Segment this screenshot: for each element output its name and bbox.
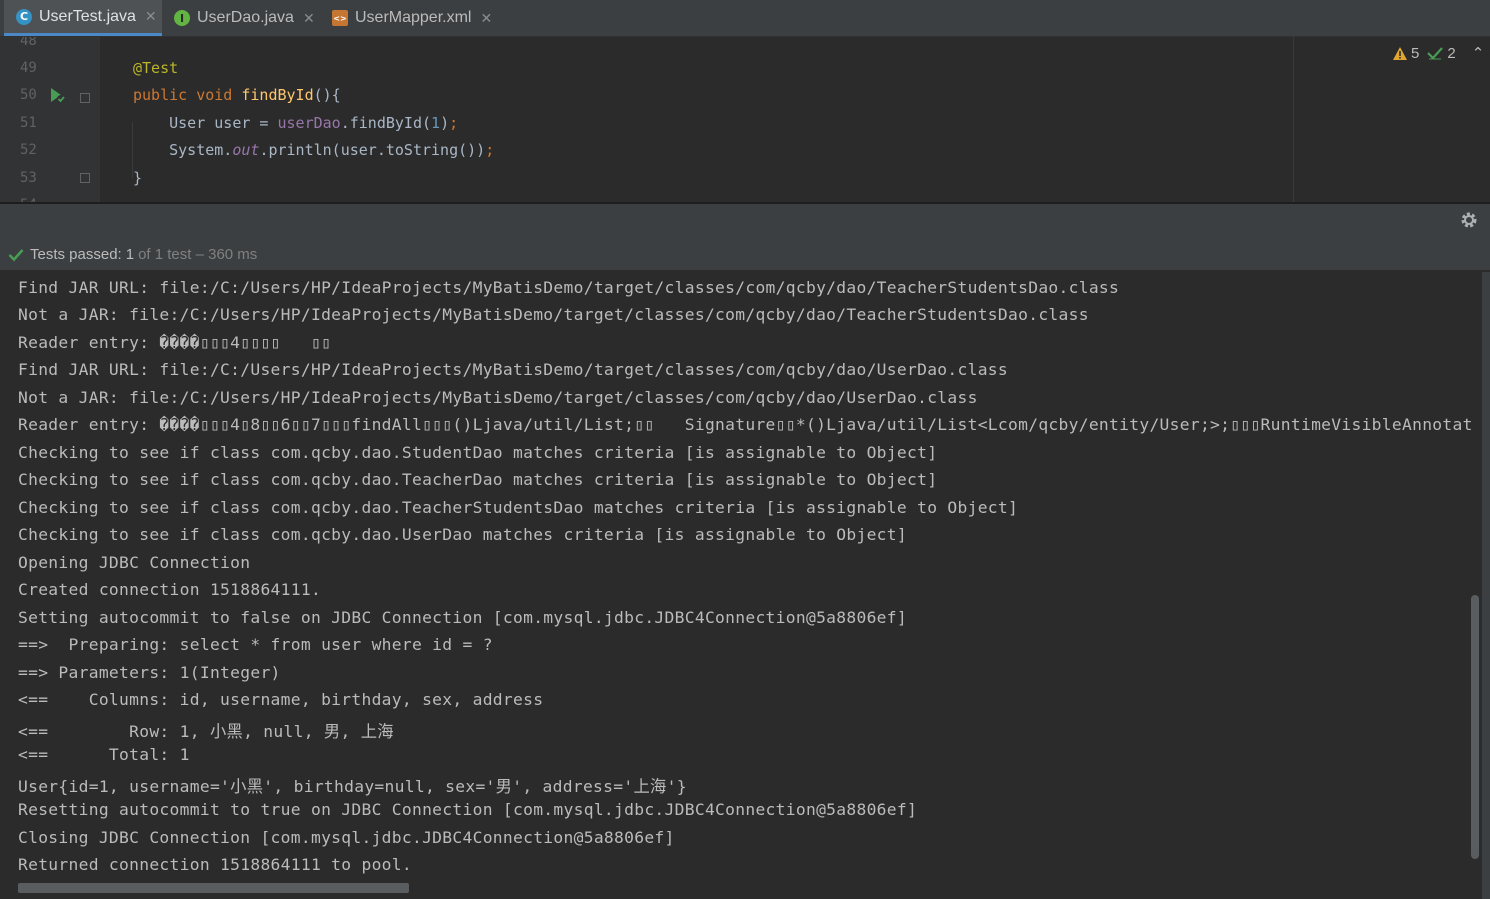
typo-check-icon (1427, 47, 1444, 60)
warning-icon (1393, 46, 1407, 60)
console-line: Created connection 1518864111. (18, 580, 322, 599)
console-line: ==> Parameters: 1(Integer) (18, 663, 281, 682)
code-editor[interactable]: 48 49 50 51 52 53 54 @Test public void f… (0, 37, 1293, 202)
console-line: <== Row: 1, 小黑, null, 男, 上海 (18, 722, 394, 741)
tab-userdao-java[interactable]: I UserDao.java ✕ (170, 0, 320, 36)
gear-icon[interactable] (1460, 211, 1478, 229)
console-line: Closing JDBC Connection [com.mysql.jdbc.… (18, 828, 675, 847)
close-icon[interactable]: ✕ (145, 8, 157, 25)
test-status: Tests passed: 1 of 1 test – 360 ms (8, 246, 257, 263)
tab-label: UserTest.java (39, 7, 136, 25)
interface-icon: I (174, 10, 190, 26)
console-line: Returned connection 1518864111 to pool. (18, 855, 412, 874)
console-line: <== Total: 1 (18, 745, 190, 764)
console-line: Opening JDBC Connection (18, 553, 251, 572)
fold-marker-icon[interactable] (80, 173, 90, 183)
check-icon (8, 248, 24, 261)
console-line: Checking to see if class com.qcby.dao.St… (18, 443, 938, 462)
vertical-scrollbar[interactable] (1471, 595, 1479, 859)
console-line: Reader entry: ����▯▯▯4▯▯▯▯ ▯▯ (18, 333, 332, 352)
console-line: User{id=1, username='小黑', birthday=null,… (18, 777, 687, 796)
passed-count: 1 (125, 246, 135, 263)
horizontal-scrollbar[interactable] (18, 883, 409, 893)
console-line: Checking to see if class com.qcby.dao.Us… (18, 525, 907, 544)
console-line: <== Columns: id, username, birthday, sex… (18, 690, 544, 709)
console-line: Resetting autocommit to true on JDBC Con… (18, 800, 918, 819)
warning-count: 5 (1411, 44, 1420, 62)
console-line: ==> Preparing: select * from user where … (18, 635, 493, 654)
line-number: 51 (20, 115, 37, 131)
console-line: Checking to see if class com.qcby.dao.Te… (18, 470, 938, 489)
console-line: Not a JAR: file:/C:/Users/HP/IdeaProject… (18, 305, 1089, 324)
console-line: Setting autocommit to false on JDBC Conn… (18, 608, 907, 627)
code-line: System.out.println(user.toString()); (133, 141, 495, 159)
status-detail: of 1 test – 360 ms (138, 246, 258, 263)
fold-marker-icon[interactable] (80, 93, 90, 103)
console-right-strip (1482, 272, 1490, 899)
class-icon: C (16, 8, 32, 25)
run-test-icon[interactable] (48, 86, 66, 104)
tab-usermapper-xml[interactable]: <> UserMapper.xml ✕ (326, 0, 506, 36)
line-number: 48 (20, 37, 37, 49)
line-number: 49 (20, 60, 37, 76)
console-line: Not a JAR: file:/C:/Users/HP/IdeaProject… (18, 388, 978, 407)
close-icon[interactable]: ✕ (480, 10, 492, 27)
line-number: 52 (20, 142, 37, 158)
console-line: Find JAR URL: file:/C:/Users/HP/IdeaProj… (18, 278, 1120, 297)
xml-icon: <> (332, 10, 348, 26)
line-number: 50 (20, 87, 37, 103)
inspection-widget[interactable]: 5 2 ⌃ (1393, 44, 1484, 62)
status-label: Tests passed: (30, 246, 122, 263)
code-line: public void findById(){ (133, 86, 341, 104)
code-line: } (133, 169, 143, 187)
ok-count: 2 (1447, 44, 1456, 62)
code-line: User user = userDao.findById(1); (133, 114, 459, 132)
tab-label: UserDao.java (197, 9, 294, 26)
console-line: Checking to see if class com.qcby.dao.Te… (18, 498, 1019, 517)
code-line: @Test (133, 59, 179, 77)
tab-label: UserMapper.xml (355, 9, 472, 26)
console-line: Reader entry: ����▯▯▯4▯8▯▯6▯▯7▯▯▯findAll… (18, 415, 1473, 434)
console-output[interactable]: Find JAR URL: file:/C:/Users/HP/IdeaProj… (0, 272, 1482, 899)
tab-usertest-java[interactable]: C UserTest.java ✕ (4, 0, 162, 36)
line-number: 53 (20, 170, 37, 186)
close-icon[interactable]: ✕ (303, 10, 315, 27)
console-line: Find JAR URL: file:/C:/Users/HP/IdeaProj… (18, 360, 1009, 379)
editor-tab-bar: C UserTest.java ✕ I UserDao.java ✕ <> Us… (0, 0, 1490, 37)
chevron-up-icon[interactable]: ⌃ (1472, 44, 1485, 62)
